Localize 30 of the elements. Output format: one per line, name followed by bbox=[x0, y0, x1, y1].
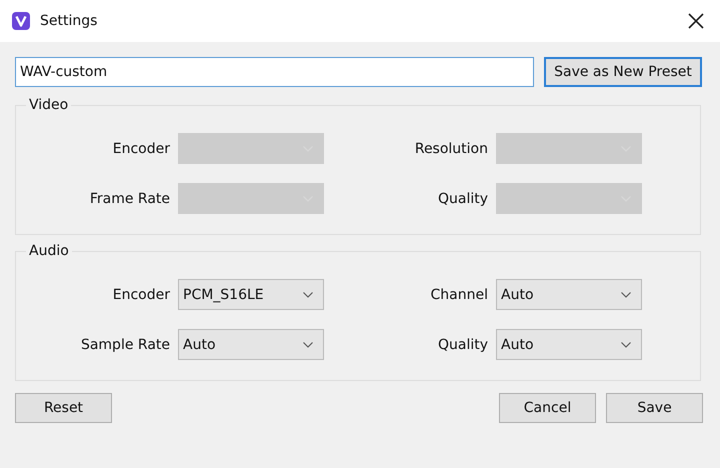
save-as-new-preset-button[interactable]: Save as New Preset bbox=[544, 57, 702, 87]
dropdown-value: Auto bbox=[501, 336, 535, 352]
group-title: Audio bbox=[28, 243, 70, 259]
field-label: Quality bbox=[436, 190, 489, 206]
chevron-down-icon bbox=[303, 292, 313, 298]
dropdown[interactable]: Auto bbox=[178, 329, 324, 360]
close-icon[interactable] bbox=[688, 13, 704, 29]
dropdown[interactable]: PCM_S16LE bbox=[178, 279, 324, 310]
dropdown-value: Auto bbox=[501, 286, 535, 302]
dropdown[interactable]: Auto bbox=[496, 329, 642, 360]
group-title: Video bbox=[28, 97, 70, 113]
window-title: Settings bbox=[40, 13, 98, 29]
chevron-down-icon bbox=[621, 292, 631, 298]
field-label: Encoder bbox=[112, 140, 171, 156]
app-logo-icon bbox=[12, 12, 30, 30]
dropdown[interactable]: Auto bbox=[496, 279, 642, 310]
field-label: Resolution bbox=[414, 140, 489, 156]
field-label: Sample Rate bbox=[80, 336, 171, 352]
field-label: Encoder bbox=[112, 286, 171, 302]
cancel-button[interactable]: Cancel bbox=[499, 393, 596, 423]
dropdown-value: PCM_S16LE bbox=[183, 286, 265, 302]
save-button[interactable]: Save bbox=[606, 393, 703, 423]
preset-name-field[interactable]: WAV-custom bbox=[15, 57, 534, 87]
field-label: Quality bbox=[436, 336, 489, 352]
dropdown-value: Auto bbox=[183, 336, 217, 352]
field-label: Channel bbox=[430, 286, 489, 302]
chevron-down-icon bbox=[303, 342, 313, 348]
reset-button[interactable]: Reset bbox=[15, 393, 112, 423]
chevron-down-icon bbox=[621, 342, 631, 348]
field-label: Frame Rate bbox=[88, 190, 171, 206]
